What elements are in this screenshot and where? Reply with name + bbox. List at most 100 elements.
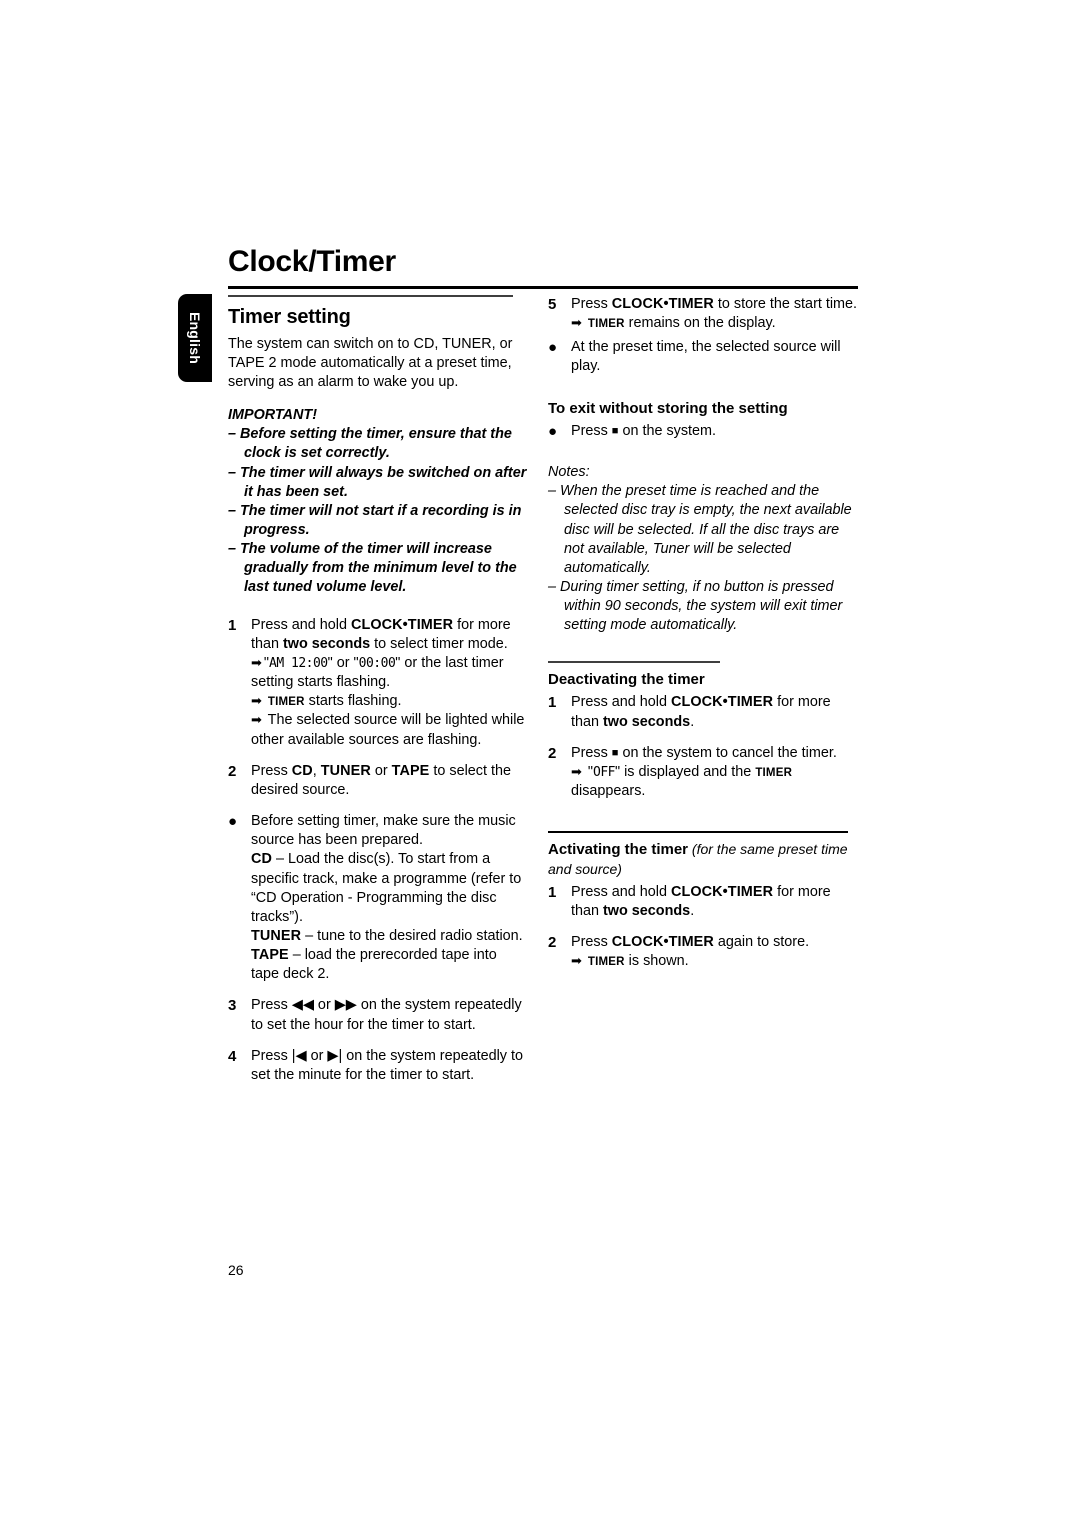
bullet-icon: ● <box>548 339 558 357</box>
key-clock-timer: CLOCK•TIMER <box>611 296 714 312</box>
key-clock-timer: CLOCK•TIMER <box>351 616 454 633</box>
section-divider <box>548 831 848 833</box>
step-4: 4 Press |◀ or ▶| on the system repeatedl… <box>228 1047 528 1085</box>
key-clock-timer: CLOCK•TIMER <box>671 883 774 900</box>
step-text: Press and hold CLOCK•TIMER for more than… <box>571 883 860 921</box>
step-text-part: Press and hold <box>571 694 671 711</box>
result-text-part: is shown. <box>624 953 689 970</box>
key-clock-timer: CLOCK•TIMER <box>611 933 714 950</box>
language-tab-label: English <box>187 312 203 364</box>
step-3: 3 Press ◀◀ or ▶▶ on the system repeatedl… <box>228 996 528 1034</box>
emphasis-two-seconds: two seconds <box>283 635 371 652</box>
activate-step-1: 1 Press and hold CLOCK•TIMER for more th… <box>548 883 860 921</box>
step-number: 5 <box>548 296 557 313</box>
step-text: Press and hold CLOCK•TIMER for more than… <box>571 693 860 731</box>
indicator-timer: TIMER <box>587 956 625 969</box>
step-text-part: , <box>312 762 321 779</box>
source-preparation-note: ● Before setting timer, make sure the mu… <box>228 812 528 984</box>
result-line: ➡ "OFF" is displayed and the TIMER disap… <box>571 763 860 801</box>
arrow-icon: ➡ <box>251 712 262 728</box>
next-track-icon: ▶| <box>327 1047 343 1064</box>
key-cd: CD <box>251 851 272 868</box>
important-item: – The timer will not start if a recordin… <box>228 502 522 538</box>
preset-time-note: ● At the preset time, the selected sourc… <box>548 338 860 376</box>
result-line: ➡ TIMER starts flashing. <box>251 692 528 711</box>
arrow-icon: ➡ <box>571 763 582 779</box>
section-heading-timer-setting: Timer setting <box>228 306 351 328</box>
result-text-part: disappears. <box>571 783 646 800</box>
page-number: 26 <box>228 1262 244 1278</box>
title-divider <box>228 286 858 289</box>
rewind-icon: ◀◀ <box>291 997 314 1014</box>
step-text: Press CD, TUNER or TAPE to select the de… <box>251 762 528 800</box>
step-5: 5 Press CLOCK•TIMER to store the start t… <box>548 295 860 333</box>
source-tape-text: – load the prerecorded tape into tape de… <box>251 947 497 983</box>
result-line: ➡ TIMER is shown. <box>571 952 860 971</box>
step-text-part: Press <box>571 296 612 312</box>
page-title: Clock/Timer <box>228 245 396 278</box>
step-text-part: Press <box>251 762 292 779</box>
step-text-part: or <box>306 1047 328 1064</box>
section-divider <box>228 295 513 297</box>
key-tuner: TUNER <box>320 762 371 779</box>
step-text-part: Press <box>251 997 292 1014</box>
step-text-part: Press <box>251 1047 292 1064</box>
key-tape: TAPE <box>251 947 289 964</box>
result-line: ➡ "AM 12:00" or "00:00" or the last timer… <box>251 654 528 692</box>
step-text-part: . <box>690 713 695 730</box>
source-tuner-text: – tune to the desired radio station. <box>301 927 523 944</box>
step-text-part: Press and hold <box>571 883 671 900</box>
source-cd-text: – Load the disc(s). To start from a spec… <box>251 851 522 925</box>
indicator-timer: TIMER <box>755 766 793 779</box>
important-item: – The volume of the timer will increase … <box>228 541 517 596</box>
important-item: – The timer will always be switched on a… <box>228 464 527 500</box>
step-number: 1 <box>228 616 237 634</box>
step-text-part: to store the start time. <box>713 296 858 312</box>
arrow-icon: ➡ <box>251 654 262 670</box>
step-number: 2 <box>548 933 557 951</box>
previous-track-icon: |◀ <box>291 1047 307 1064</box>
arrow-icon: ➡ <box>571 953 582 969</box>
section-divider <box>548 661 720 664</box>
step-number: 1 <box>548 883 557 901</box>
step-text-part: on the system to cancel the timer. <box>618 744 837 761</box>
step-number: 2 <box>228 762 237 780</box>
heading-activating-label: Activating the timer <box>548 840 689 858</box>
step-text-part: Press <box>571 744 612 761</box>
important-item: – Before setting the timer, ensure that … <box>228 426 512 462</box>
step-text-part: . <box>690 902 695 919</box>
indicator-timer: TIMER <box>267 696 305 709</box>
arrow-icon: ➡ <box>251 693 262 709</box>
step-number: 1 <box>548 694 557 712</box>
step-text: Press CLOCK•TIMER to store the start tim… <box>571 295 860 333</box>
arrow-icon: ➡ <box>571 315 582 331</box>
key-clock-timer: CLOCK•TIMER <box>671 694 774 711</box>
step-text-part: or <box>313 997 335 1014</box>
deactivate-step-1: 1 Press and hold CLOCK•TIMER for more th… <box>548 693 860 731</box>
key-cd: CD <box>291 762 313 779</box>
bullet-icon: ● <box>548 422 558 440</box>
result-text-part: remains on the display. <box>624 315 776 332</box>
note-item: – During timer setting, if no button is … <box>548 579 843 634</box>
step-2: 2 Press CD, TUNER or TAPE to select the … <box>228 762 528 800</box>
emphasis-two-seconds: two seconds <box>603 902 691 919</box>
result-text-part: The selected source will be lighted whil… <box>251 712 525 748</box>
lcd-readout: OFF <box>593 764 615 780</box>
note-text: Before setting timer, make sure the musi… <box>251 812 528 984</box>
result-text-part: starts flashing. <box>304 693 402 710</box>
step-text-part: or <box>370 762 392 779</box>
emphasis-two-seconds: two seconds <box>603 713 691 730</box>
result-text-part: " is displayed and the <box>615 763 756 780</box>
source-cd-line: CD – Load the disc(s). To start from a s… <box>251 850 528 927</box>
step-text: Press ◀◀ or ▶▶ on the system repeatedly … <box>251 996 528 1034</box>
manual-page: Clock/Timer English Timer setting The sy… <box>0 0 1080 1528</box>
indicator-timer: TIMER <box>587 318 625 331</box>
deactivate-step-2: 2 Press ■ on the system to cancel the ti… <box>548 744 860 801</box>
note-text-part: Press <box>571 422 612 439</box>
bullet-icon: ● <box>228 813 238 831</box>
heading-deactivating-timer: Deactivating the timer <box>548 671 705 689</box>
note-text-part: Before setting timer, make sure the musi… <box>251 813 516 849</box>
note-text-part: on the system. <box>618 422 717 439</box>
note-text: At the preset time, the selected source … <box>571 339 841 375</box>
exit-bullet: ● Press ■ on the system. <box>548 422 860 442</box>
